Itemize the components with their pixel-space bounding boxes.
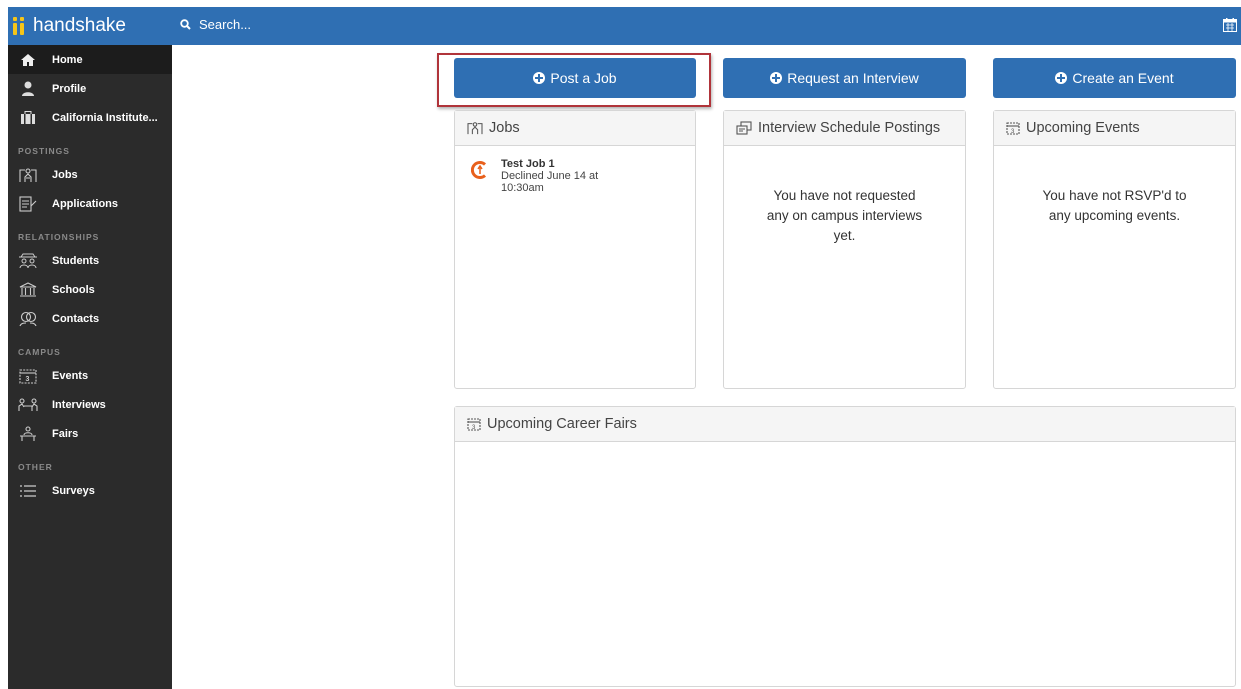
job-title[interactable]: Test Job 1	[501, 158, 606, 170]
handshake-logo-icon	[13, 17, 29, 35]
events-card-title: Upcoming Events	[1026, 120, 1140, 136]
events-card-header: 3 Upcoming Events	[994, 111, 1235, 146]
app-name: handshake	[33, 15, 126, 36]
students-icon	[18, 252, 38, 270]
fairs-card-title: Upcoming Career Fairs	[487, 416, 637, 432]
sidebar-item-jobs[interactable]: Jobs	[8, 160, 172, 189]
sidebar-item-students[interactable]: Students	[8, 246, 172, 275]
calendar-icon[interactable]	[1223, 18, 1237, 32]
empty-line: any on campus interviews	[766, 208, 923, 223]
request-interview-label: Request an Interview	[787, 70, 919, 86]
home-icon	[18, 51, 38, 69]
top-navbar: handshake Search...	[8, 7, 1241, 45]
interview-schedule-card: Interview Schedule Postings You have not…	[723, 110, 966, 389]
contacts-icon	[18, 310, 38, 328]
interviews-icon	[18, 396, 38, 414]
create-event-button[interactable]: Create an Event	[993, 58, 1236, 98]
sidebar-item-fairs[interactable]: Fairs	[8, 419, 172, 448]
plus-circle-icon	[770, 72, 783, 84]
sidebar-item-label: California Institute...	[52, 111, 158, 124]
interview-empty-message: You have not requested any on campus int…	[724, 186, 965, 246]
jobs-card-title: Jobs	[489, 120, 520, 136]
upcoming-events-card: 3 Upcoming Events You have not RSVP'd to…	[993, 110, 1236, 389]
fairs-card-header: 3 Upcoming Career Fairs	[455, 407, 1235, 442]
sidebar-item-label: Applications	[52, 197, 119, 210]
sidebar-item-home[interactable]: Home	[8, 45, 172, 74]
empty-line: You have not RSVP'd to	[1042, 188, 1187, 203]
calendar-icon: 3	[1006, 121, 1020, 135]
user-icon	[18, 80, 38, 98]
handshake-logo[interactable]: handshake	[13, 15, 126, 37]
sidebar-item-surveys[interactable]: Surveys	[8, 476, 172, 505]
briefcase-icon	[18, 109, 38, 127]
section-other: OTHER	[18, 462, 53, 472]
career-fairs-card: 3 Upcoming Career Fairs	[454, 406, 1236, 687]
sidebar-item-profile[interactable]: Profile	[8, 74, 172, 103]
section-postings: POSTINGS	[18, 146, 70, 156]
jobs-icon	[18, 166, 38, 184]
search-input[interactable]: Search...	[180, 17, 251, 32]
search-icon	[180, 19, 191, 30]
request-interview-button[interactable]: Request an Interview	[723, 58, 966, 98]
sidebar-item-events[interactable]: 3 Events	[8, 361, 172, 390]
sidebar-item-label: Contacts	[52, 312, 100, 325]
sidebar-item-applications[interactable]: Applications	[8, 189, 172, 218]
employer-logo-icon	[471, 161, 487, 179]
sidebar-item-label: Profile	[52, 82, 87, 95]
jobs-icon	[467, 121, 483, 135]
empty-line: You have not requested	[773, 188, 916, 203]
sidebar-item-interviews[interactable]: Interviews	[8, 390, 172, 419]
sidebar-item-label: Home	[52, 53, 83, 66]
empty-line: yet.	[833, 228, 856, 243]
school-icon	[18, 281, 38, 299]
sidebar-item-label: Students	[52, 254, 100, 267]
plus-circle-icon	[1055, 72, 1068, 84]
events-empty-message: You have not RSVP'd to any upcoming even…	[994, 186, 1235, 226]
sidebar-item-label: Surveys	[52, 484, 95, 497]
sidebar-item-label: Events	[52, 369, 89, 382]
empty-line: any upcoming events.	[1048, 208, 1181, 223]
jobs-card-header: Jobs	[455, 111, 695, 146]
calendar-icon: 3	[18, 367, 38, 385]
fairs-icon	[18, 425, 38, 443]
calendar-icon: 3	[467, 417, 481, 431]
section-relationships: RELATIONSHIPS	[18, 232, 100, 242]
svg-text:3: 3	[26, 376, 30, 383]
section-campus: CAMPUS	[18, 347, 61, 357]
sidebar-item-label: Jobs	[52, 168, 78, 181]
sidebar-item-label: Schools	[52, 283, 95, 296]
surveys-icon	[18, 482, 38, 500]
jobs-card: Jobs Test Job 1 Declined June 14 at 10:3…	[454, 110, 696, 389]
sidebar-item-label: Fairs	[52, 427, 79, 440]
sidebar-item-contacts[interactable]: Contacts	[8, 304, 172, 333]
interview-postings-icon	[736, 121, 752, 135]
job-status: Declined June 14 at 10:30am	[501, 170, 599, 194]
search-placeholder: Search...	[199, 17, 252, 32]
applications-icon	[18, 195, 38, 213]
sidebar-item-schools[interactable]: Schools	[8, 275, 172, 304]
job-list-item[interactable]: Test Job 1 Declined June 14 at 10:30am	[455, 146, 695, 194]
sidebar: Home Profile California Institute... POS…	[8, 45, 172, 689]
highlight-box	[437, 53, 711, 107]
interview-card-title: Interview Schedule Postings	[758, 120, 941, 136]
sidebar-item-organization[interactable]: California Institute...	[8, 103, 172, 132]
create-event-label: Create an Event	[1072, 70, 1174, 86]
sidebar-item-label: Interviews	[52, 398, 106, 411]
interview-card-header: Interview Schedule Postings	[724, 111, 965, 146]
